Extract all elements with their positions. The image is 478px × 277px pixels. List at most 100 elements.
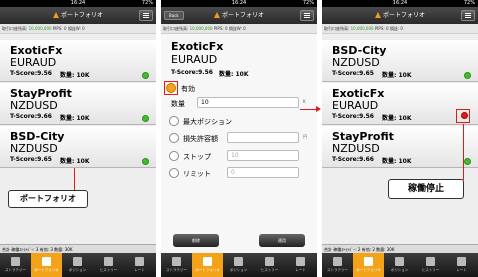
portfolio-card[interactable]: BSD-City NZDUSD T-Score:9.65 数量: 10K	[322, 40, 478, 82]
t-score: T-Score:9.65	[332, 70, 374, 77]
tab-strategy[interactable]: ストラテジー	[161, 253, 192, 277]
menu-button[interactable]	[300, 10, 314, 21]
loss-limit-label: 損失許容額	[183, 135, 218, 143]
loss-limit-radio[interactable]	[169, 133, 179, 143]
limit-radio[interactable]	[169, 168, 179, 178]
menu-button[interactable]	[461, 10, 475, 21]
summary-bar: 合計 稼働ｽﾄﾗﾃｼﾞｰ: 2 有効: 2 数量: 30K	[322, 244, 478, 253]
qty-input[interactable]: 10	[197, 97, 299, 108]
stop-input[interactable]: 10	[227, 150, 299, 161]
status-indicator-icon	[464, 72, 471, 79]
t-score: T-Score:9.66	[332, 156, 374, 163]
tab-history[interactable]: ヒストリー	[415, 253, 446, 277]
rate-icon	[457, 257, 466, 266]
enabled-label: 有効	[181, 85, 195, 93]
tab-bar: ストラテジー ポートフォリオ ポジション ヒストリー レート	[0, 253, 156, 277]
tab-strategy[interactable]: ストラテジー	[0, 253, 31, 277]
tab-position[interactable]: ポジション	[384, 253, 415, 277]
tab-rate[interactable]: レート	[446, 253, 477, 277]
portfolio-icon	[42, 257, 51, 266]
max-position-radio[interactable]	[169, 116, 179, 126]
t-score: T-Score:9.65	[10, 156, 52, 163]
nav-bar: ポートフォリオ	[322, 7, 478, 24]
stop-label: ストップ	[183, 153, 211, 161]
callout-portfolio: ポートフォリオ	[8, 190, 88, 208]
qty-label: 数量	[171, 100, 185, 108]
portfolio-icon	[203, 257, 212, 266]
tab-rate[interactable]: レート	[124, 253, 155, 277]
account-info-bar: 取引口座残高: 10,000,000 PIPS: 0 損益W: 0	[0, 24, 156, 34]
limit-label: リミット	[183, 170, 211, 178]
position-icon	[73, 257, 82, 266]
loss-limit-input[interactable]	[227, 132, 299, 143]
delete-button[interactable]: 削除	[173, 234, 219, 247]
t-score: T-Score:9.56	[171, 69, 213, 76]
nav-title: ポートフォリオ	[322, 7, 478, 24]
status-battery: 72%	[141, 0, 153, 6]
t-score: T-Score:9.66	[10, 113, 52, 120]
max-position-label: 最大ポジション	[183, 118, 232, 126]
screen-strategy-detail: 16:24 72% Back ポートフォリオ 取引口座残高: 10,000,00…	[161, 0, 317, 277]
tab-strategy[interactable]: ストラテジー	[322, 253, 353, 277]
quantity: 数量: 10K	[382, 72, 412, 79]
currency-pair: EURAUD	[171, 53, 218, 66]
status-indicator-icon	[142, 72, 149, 79]
arrow-head-icon	[316, 106, 321, 112]
status-indicator-icon	[142, 115, 149, 122]
enabled-checkbox[interactable]	[166, 83, 176, 93]
position-icon	[395, 257, 404, 266]
quantity: 数量: 10K	[382, 115, 412, 122]
status-indicator-icon	[464, 158, 471, 165]
status-bar: 16:24 72%	[322, 0, 478, 7]
portfolio-card[interactable]: StayProfit NZDUSD T-Score:9.66 数量: 10K	[0, 83, 156, 125]
menu-button[interactable]	[139, 10, 153, 21]
callout-stopped: 稼働停止	[388, 179, 464, 199]
status-indicator-icon	[142, 158, 149, 165]
tab-portfolio[interactable]: ポートフォリオ	[192, 253, 223, 277]
portfolio-card[interactable]: ExoticFx EURAUD T-Score:9.56 数量: 10K	[322, 83, 478, 125]
tab-bar: ストラテジー ポートフォリオ ポジション ヒストリー レート	[322, 253, 478, 277]
strategy-icon	[172, 257, 181, 266]
qty-unit: K	[303, 99, 306, 104]
rate-icon	[135, 257, 144, 266]
portfolio-card[interactable]: ExoticFx EURAUD T-Score:9.56 数量: 10K	[0, 40, 156, 82]
currency-pair: NZDUSD	[332, 56, 380, 69]
account-info-bar: 取引口座残高: 10,000,000 PIPS: 0 損益W: 0	[161, 24, 317, 34]
status-battery: 72%	[463, 0, 475, 6]
quantity: 数量: 10K	[219, 71, 249, 78]
quantity: 数量: 10K	[60, 158, 90, 165]
tab-history[interactable]: ヒストリー	[93, 253, 124, 277]
tab-history[interactable]: ヒストリー	[254, 253, 285, 277]
screen-portfolio: 16:24 72% ポートフォリオ 取引口座残高: 10,000,000 PIP…	[0, 0, 156, 277]
tab-portfolio[interactable]: ポートフォリオ	[353, 253, 384, 277]
currency-pair: NZDUSD	[332, 142, 380, 155]
strategy-icon	[11, 257, 20, 266]
quantity: 数量: 10K	[60, 72, 90, 79]
rate-icon	[296, 257, 305, 266]
limit-input[interactable]: 0	[227, 167, 299, 178]
logo-icon	[52, 12, 59, 18]
status-indicator-icon	[461, 112, 468, 119]
history-icon	[426, 257, 435, 266]
loss-limit-unit: 円	[303, 134, 307, 139]
tab-rate[interactable]: レート	[285, 253, 316, 277]
apply-button[interactable]: 適用	[259, 234, 305, 247]
callout-pointer	[463, 124, 464, 180]
portfolio-icon	[364, 257, 373, 266]
portfolio-card[interactable]: StayProfit NZDUSD T-Score:9.66 数量: 10K	[322, 126, 478, 168]
history-icon	[265, 257, 274, 266]
nav-title: ポートフォリオ	[161, 7, 317, 24]
nav-title: ポートフォリオ	[0, 7, 156, 24]
stop-radio[interactable]	[169, 151, 179, 161]
tab-position[interactable]: ポジション	[223, 253, 254, 277]
strategy-name: ExoticFx	[171, 40, 224, 53]
status-bar: 16:24 72%	[0, 0, 156, 7]
portfolio-card[interactable]: BSD-City NZDUSD T-Score:9.65 数量: 10K	[0, 126, 156, 168]
tab-position[interactable]: ポジション	[62, 253, 93, 277]
tab-portfolio[interactable]: ポートフォリオ	[31, 253, 62, 277]
currency-pair: EURAUD	[332, 99, 379, 112]
currency-pair: NZDUSD	[10, 99, 58, 112]
currency-pair: EURAUD	[10, 56, 57, 69]
position-icon	[234, 257, 243, 266]
account-info-bar: 取引口座残高: 10,000,000 PIPS: 0 損益: 0	[322, 24, 478, 34]
